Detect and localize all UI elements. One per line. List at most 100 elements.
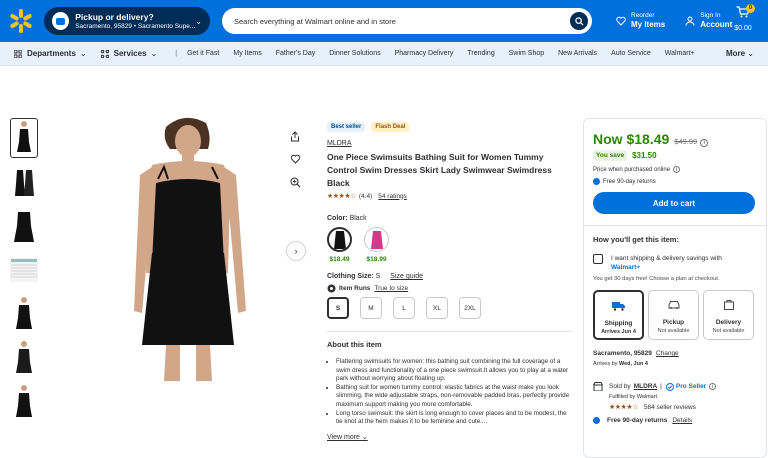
size-option-xl[interactable]: XL: [426, 297, 448, 319]
next-image-button[interactable]: ›: [286, 241, 306, 261]
thumbnail-list: [10, 118, 40, 426]
departments-menu[interactable]: Departments ⌄: [14, 49, 87, 58]
tape-measure-icon: [327, 284, 336, 293]
walmart-spark-logo[interactable]: [8, 8, 34, 34]
view-more-link[interactable]: View more ⌄: [327, 433, 573, 441]
shipping-savings-option[interactable]: I want shipping & delivery savings with W…: [593, 254, 757, 272]
returns-icon: [593, 178, 600, 185]
more-menu[interactable]: More ⌄: [726, 49, 754, 58]
heart-icon: [616, 16, 626, 26]
seller-name-link[interactable]: MLDRA: [634, 383, 657, 390]
you-save-amount: $31.50: [632, 151, 657, 160]
nav-link-walmart-plus[interactable]: Walmart+: [665, 50, 695, 57]
thumbnail-image[interactable]: [10, 382, 38, 422]
zoom-in-icon: [290, 177, 300, 187]
best-seller-badge: Best seller: [327, 122, 366, 132]
shipping-savings-checkbox[interactable]: [593, 254, 603, 264]
size-option-s[interactable]: S: [327, 297, 349, 319]
reorder-link[interactable]: Reorder My Items: [616, 12, 665, 30]
info-icon[interactable]: i: [673, 166, 681, 173]
sold-by-label: Sold by: [609, 383, 631, 390]
thumbnail-image[interactable]: [10, 118, 38, 158]
about-item: Long torso swimsuit: the skirt is long e…: [336, 410, 573, 427]
size-option-m[interactable]: M: [360, 297, 382, 319]
grid-icon: [100, 49, 109, 58]
thumbnail-image[interactable]: [10, 294, 38, 334]
product-rating: ★★★★☆ (4.4) 54 ratings: [327, 192, 573, 201]
search-button[interactable]: [570, 12, 588, 30]
thumbnail-image[interactable]: [10, 206, 38, 246]
product-main-image[interactable]: [108, 113, 268, 381]
brand-link[interactable]: MLDRA: [327, 140, 573, 147]
my-items-label: My Items: [631, 20, 666, 29]
size-value: S: [375, 273, 381, 280]
zoom-button[interactable]: [287, 174, 303, 190]
nav-separator: |: [175, 50, 178, 57]
nav-link-get-it-fast[interactable]: Get it Fast: [187, 50, 219, 57]
thumbnail-image[interactable]: [10, 162, 38, 202]
flash-deal-badge: Flash Deal: [371, 122, 410, 132]
info-icon[interactable]: i: [709, 383, 717, 390]
nav-link-dinner-solutions[interactable]: Dinner Solutions: [329, 50, 380, 57]
fulfillment-delivery[interactable]: Delivery Not available: [703, 290, 754, 340]
ratings-count-link[interactable]: 54 ratings: [378, 193, 407, 200]
nav-link-swim-shop[interactable]: Swim Shop: [509, 50, 544, 57]
price-when-purchased-label: Price when purchased online: [593, 166, 671, 173]
cart-button[interactable]: 0 $0.00: [730, 4, 756, 32]
reorder-label: Reorder: [631, 12, 655, 19]
size-option-2xl[interactable]: 2XL: [459, 297, 481, 319]
thumbnail-size-chart[interactable]: [10, 250, 38, 290]
color-swatch-pink[interactable]: $18.99: [364, 227, 389, 263]
color-value: Black: [349, 215, 367, 222]
fulfillment-pickup[interactable]: Pickup Not available: [648, 290, 699, 340]
image-actions: [287, 128, 303, 197]
grid-icon: [14, 49, 22, 58]
thumbnail-image[interactable]: [10, 338, 38, 378]
bag-icon: [723, 300, 734, 310]
services-menu[interactable]: Services ⌄: [100, 49, 157, 58]
add-to-cart-button[interactable]: Add to cart: [593, 192, 755, 214]
account-link[interactable]: Sign In Account: [685, 12, 732, 30]
color-label: Color:: [327, 215, 348, 222]
true-to-size-link[interactable]: True to size: [374, 285, 408, 292]
about-section: About this item Flattering swimsuits for…: [327, 340, 573, 441]
chevron-down-icon: ⌄: [79, 49, 87, 58]
search-input[interactable]: Search everything at Walmart online and …: [234, 17, 570, 26]
account-label: Account: [700, 20, 733, 29]
was-price: $49.99: [674, 137, 698, 146]
fulfillment-shipping[interactable]: Shipping Arrives Jun 4: [593, 290, 644, 340]
returns-details-link[interactable]: Details: [672, 417, 692, 424]
divider: [584, 225, 766, 226]
favorite-button[interactable]: [287, 151, 303, 167]
fulfillment-status: Arrives Jun 4: [601, 329, 636, 335]
size-guide-link[interactable]: Size guide: [390, 273, 423, 280]
pickup-title: Pickup or delivery?: [75, 11, 154, 22]
share-button[interactable]: [287, 128, 303, 144]
fulfillment-name: Shipping: [604, 320, 633, 327]
change-location-link[interactable]: Change: [656, 350, 679, 357]
nav-link-my-items[interactable]: My Items: [233, 50, 261, 57]
size-option-l[interactable]: L: [393, 297, 415, 319]
swatch-price: $18.99: [366, 256, 387, 263]
secondary-nav: Departments ⌄ Services ⌄ | Get it Fast M…: [0, 42, 768, 66]
walmart-plus-link[interactable]: Walmart+: [611, 264, 640, 271]
info-icon[interactable]: i: [700, 139, 709, 147]
fulfillment-name: Delivery: [715, 319, 742, 326]
shipping-savings-text: I want shipping & delivery savings with: [611, 255, 722, 262]
fulfillment-name: Pickup: [662, 319, 685, 326]
arrives-line: Arrives by Wed, Jun 4: [593, 361, 757, 367]
rating-value: (4.4): [358, 192, 373, 200]
nav-link-trending[interactable]: Trending: [467, 50, 494, 57]
nav-link-fathers-day[interactable]: Father's Day: [276, 50, 315, 57]
departments-label: Departments: [27, 49, 76, 58]
color-swatch-black[interactable]: $18.49: [327, 227, 352, 263]
nav-link-new-arrivals[interactable]: New Arrivals: [558, 50, 597, 57]
pickup-delivery-selector[interactable]: Pickup or delivery? Sacramento, 95829 • …: [44, 7, 210, 35]
seller-reviews-count[interactable]: 584 seller reviews: [644, 404, 696, 411]
returns-icon: [593, 417, 600, 424]
about-item: Flattering swimsuits for women: this bat…: [336, 358, 573, 384]
nav-link-auto-service[interactable]: Auto Service: [611, 50, 651, 57]
color-label-row: Color: Black: [327, 215, 573, 222]
search-bar[interactable]: Search everything at Walmart online and …: [222, 8, 592, 34]
nav-link-pharmacy-delivery[interactable]: Pharmacy Delivery: [395, 50, 454, 57]
